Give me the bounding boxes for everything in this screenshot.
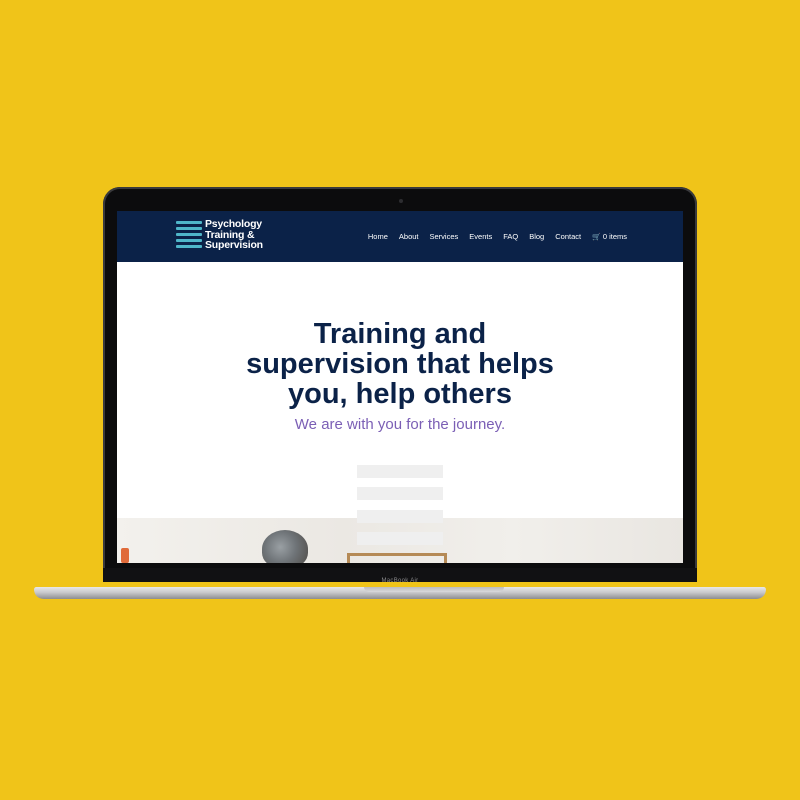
laptop-opening-notch <box>364 587 504 592</box>
camera-icon <box>399 199 403 203</box>
photo-person-head <box>262 530 308 563</box>
main-nav: Home About Services Events FAQ Blog Cont… <box>368 232 627 241</box>
photo-object <box>121 548 129 563</box>
nav-contact[interactable]: Contact <box>555 232 581 241</box>
laptop-base <box>34 587 766 599</box>
laptop-screen: Psychology Training & Supervision Home A… <box>117 211 683 563</box>
laptop-lid: Psychology Training & Supervision Home A… <box>103 187 697 582</box>
nav-about[interactable]: About <box>399 232 419 241</box>
site-logo[interactable]: Psychology Training & Supervision <box>176 219 296 253</box>
hero-title: Training and supervision that helps you,… <box>117 319 683 409</box>
logo-line-3: Supervision <box>205 239 263 251</box>
logo-stripes-icon <box>176 219 202 253</box>
hero-title-line-3: you, help others <box>288 378 512 410</box>
hero-title-line-2: supervision that helps <box>246 348 554 380</box>
hero-subtitle: We are with you for the journey. <box>294 416 506 433</box>
cart-count: 0 items <box>602 232 627 241</box>
nav-faq[interactable]: FAQ <box>503 232 518 241</box>
nav-cart[interactable]: 🛒 0 items <box>592 232 627 241</box>
nav-events[interactable]: Events <box>469 232 492 241</box>
site-header: Psychology Training & Supervision Home A… <box>117 211 683 262</box>
loading-placeholder <box>357 465 443 555</box>
cart-icon: 🛒 <box>592 234 601 241</box>
nav-home[interactable]: Home <box>368 232 388 241</box>
logo-text: Psychology Training & Supervision <box>205 219 263 251</box>
logo-line-1: Psychology <box>205 218 262 230</box>
nav-blog[interactable]: Blog <box>529 232 544 241</box>
hero-title-line-1: Training and <box>313 318 487 350</box>
nav-services[interactable]: Services <box>430 232 459 241</box>
laptop-model-label: MacBook Air <box>381 578 419 584</box>
